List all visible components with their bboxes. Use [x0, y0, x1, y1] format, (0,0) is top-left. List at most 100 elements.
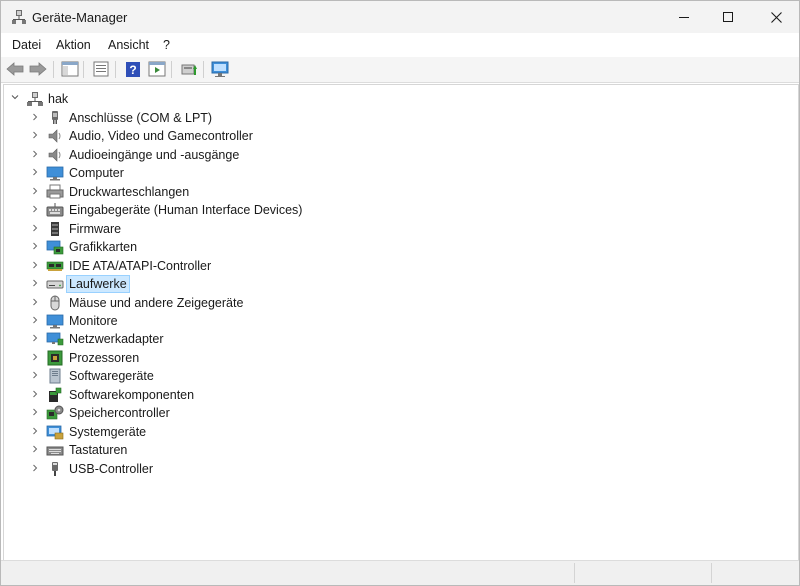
tree-item-label: Druckwarteschlangen	[69, 184, 190, 199]
back-button[interactable]	[5, 60, 25, 78]
chevron-down-icon[interactable]	[11, 93, 19, 101]
device-manager-window: Geräte-Manager Datei Aktion Ansicht ? ? …	[0, 0, 800, 586]
chevron-right-icon[interactable]	[31, 334, 39, 342]
tree-item-label: Softwarekomponenten	[69, 387, 195, 402]
storage-controller-icon	[46, 405, 64, 420]
chevron-right-icon[interactable]	[31, 279, 39, 287]
tree-item[interactable]: USB-Controller	[4, 460, 798, 478]
tree-item[interactable]: Audio, Video und Gamecontroller	[4, 127, 798, 145]
chevron-right-icon[interactable]	[31, 205, 39, 213]
chevron-right-icon[interactable]	[31, 390, 39, 398]
show-hide-console-tree-button[interactable]	[60, 60, 80, 78]
tree-item[interactable]: Monitore	[4, 312, 798, 330]
chevron-right-icon[interactable]	[31, 131, 39, 139]
chevron-right-icon[interactable]	[31, 316, 39, 324]
tree-item-label: Computer	[69, 166, 124, 181]
status-pane-divider	[711, 563, 712, 583]
tree-item-label: Mäuse und andere Zeigegeräte	[69, 295, 244, 310]
tree-item-label: Tastaturen	[69, 443, 128, 458]
chevron-right-icon[interactable]	[31, 242, 39, 250]
tree-item-label: Audioeingänge und -ausgänge	[69, 147, 240, 162]
tree-item-label: Prozessoren	[69, 350, 140, 365]
chevron-right-icon[interactable]	[31, 464, 39, 472]
tree-item[interactable]: Audioeingänge und -ausgänge	[4, 146, 798, 164]
tree-item[interactable]: Anschlüsse (COM & LPT)	[4, 109, 798, 127]
hid-icon	[46, 203, 64, 217]
network-adapter-icon	[46, 332, 64, 346]
port-icon	[52, 111, 58, 124]
forward-button[interactable]	[28, 60, 48, 78]
tree-item[interactable]: Tastaturen	[4, 441, 798, 459]
disk-drive-icon	[46, 280, 64, 289]
tree-item[interactable]: Computer	[4, 164, 798, 182]
tree-item-label: Eingabegeräte (Human Interface Devices)	[69, 203, 303, 218]
tree-item[interactable]: Firmware	[4, 220, 798, 238]
close-button[interactable]	[753, 1, 799, 33]
processor-icon	[47, 350, 63, 366]
device-tree[interactable]: hak Anschlüsse (COM & LPT) Audio, Video u…	[3, 84, 799, 562]
chevron-right-icon[interactable]	[31, 187, 39, 195]
tree-item-label: Speichercontroller	[69, 406, 170, 421]
tree-item-label: Grafikkarten	[69, 240, 138, 255]
menu-ansicht[interactable]: Ansicht	[108, 38, 149, 52]
scan-hardware-button[interactable]	[211, 60, 231, 78]
device-manager-app-icon	[11, 9, 27, 25]
monitor-icon	[46, 166, 64, 181]
tree-item[interactable]: IDE ATA/ATAPI-Controller	[4, 257, 798, 275]
menu-aktion[interactable]: Aktion	[56, 38, 91, 52]
chevron-right-icon[interactable]	[31, 427, 39, 435]
mouse-icon	[50, 295, 60, 310]
chevron-right-icon[interactable]	[31, 445, 39, 453]
system-device-icon	[46, 425, 64, 439]
tree-item[interactable]: Laufwerke	[4, 275, 798, 294]
tree-item[interactable]: Grafikkarten	[4, 238, 798, 256]
status-bar	[1, 560, 799, 585]
display-adapter-icon	[46, 240, 64, 255]
chevron-right-icon[interactable]	[31, 168, 39, 176]
chevron-right-icon[interactable]	[31, 224, 39, 232]
chevron-right-icon[interactable]	[31, 408, 39, 416]
update-driver-icon	[181, 64, 197, 75]
tree-item-label: USB-Controller	[69, 461, 154, 476]
menu-help[interactable]: ?	[163, 38, 170, 52]
action-pane-button[interactable]	[147, 60, 167, 78]
tree-item[interactable]: Netzwerkadapter	[4, 330, 798, 348]
tree-root-label: hak	[48, 92, 69, 106]
menu-datei[interactable]: Datei	[12, 38, 41, 52]
chevron-right-icon[interactable]	[31, 150, 39, 158]
update-driver-button[interactable]	[179, 60, 199, 78]
chevron-right-icon[interactable]	[31, 113, 39, 121]
computer-network-icon	[27, 92, 43, 106]
tree-item[interactable]: Softwaregeräte	[4, 367, 798, 385]
properties-button[interactable]	[91, 60, 111, 78]
tree-item[interactable]: Softwarekomponenten	[4, 386, 798, 404]
title-bar[interactable]: Geräte-Manager	[1, 1, 799, 33]
tree-item[interactable]: Druckwarteschlangen	[4, 183, 798, 201]
software-device-icon	[49, 368, 61, 384]
tree-item[interactable]: Prozessoren	[4, 349, 798, 367]
tree-item[interactable]: Eingabegeräte (Human Interface Devices)	[4, 201, 798, 219]
chevron-right-icon[interactable]	[31, 261, 39, 269]
minimize-button[interactable]	[661, 1, 707, 33]
maximize-button[interactable]	[705, 1, 751, 33]
tree-item[interactable]: Speichercontroller	[4, 404, 798, 422]
usb-icon	[52, 461, 58, 476]
chevron-right-icon[interactable]	[31, 371, 39, 379]
ide-controller-icon	[46, 261, 64, 271]
tree-item[interactable]: Mäuse und andere Zeigegeräte	[4, 294, 798, 312]
speaker-icon	[48, 129, 61, 144]
tree-item[interactable]: Systemgeräte	[4, 423, 798, 441]
toolbar-separator	[83, 61, 84, 78]
maximize-icon	[723, 12, 733, 22]
toolbar-separator	[115, 61, 116, 78]
toolbar-separator	[53, 61, 54, 78]
help-button[interactable]: ?	[123, 60, 143, 78]
monitor-icon	[46, 314, 64, 329]
toolbar-separator	[203, 61, 204, 78]
chevron-right-icon[interactable]	[31, 353, 39, 361]
speaker-icon	[48, 148, 61, 162]
chip-icon	[51, 221, 59, 236]
status-pane-divider	[574, 563, 575, 583]
tree-root[interactable]: hak	[4, 90, 798, 108]
chevron-right-icon[interactable]	[31, 298, 39, 306]
